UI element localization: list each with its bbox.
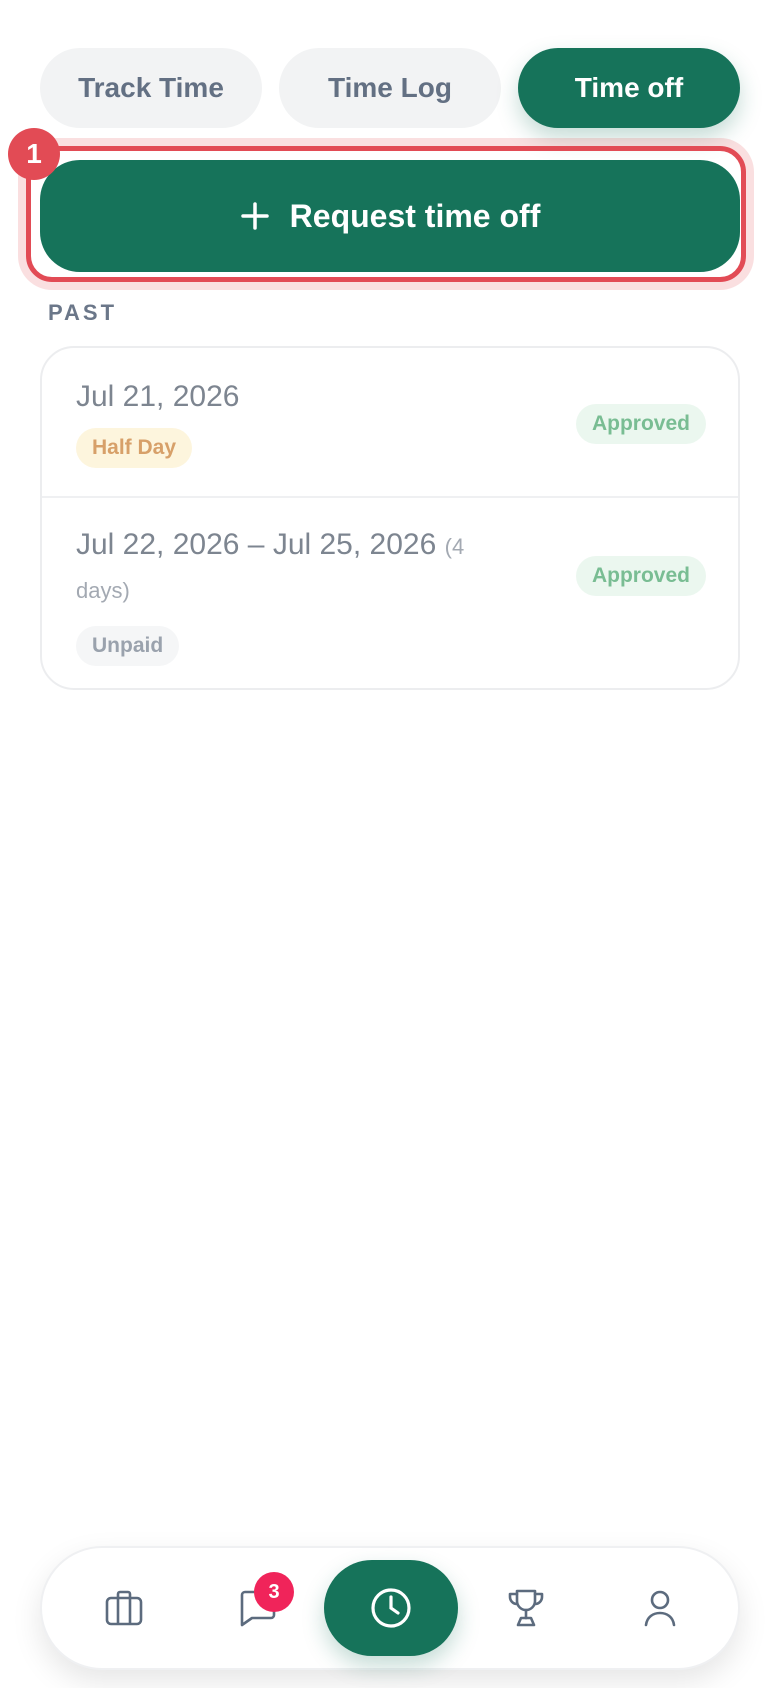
nav-profile[interactable]	[628, 1576, 692, 1640]
trophy-icon	[508, 1589, 544, 1627]
tab-time-off[interactable]: Time off	[518, 48, 740, 128]
nav-jobs[interactable]	[92, 1576, 156, 1640]
entry-type-badge: Half Day	[76, 428, 193, 468]
tab-track-time[interactable]: Track Time	[40, 48, 262, 128]
status-badge: Approved	[575, 404, 706, 444]
entry-days-suffix: days)	[76, 578, 130, 603]
section-heading-past: PAST	[48, 300, 118, 325]
request-time-off-label: Request time off	[289, 197, 541, 234]
entry-date: Jul 22, 2026 – Jul 25, 2026 (4	[76, 528, 464, 562]
status-badge: Approved	[575, 556, 706, 596]
nav-awards[interactable]	[494, 1576, 558, 1640]
user-icon	[644, 1590, 676, 1627]
entry-type-badge: Unpaid	[76, 626, 180, 666]
step-badge: 1	[8, 128, 60, 180]
request-time-off-button[interactable]: Request time off	[40, 160, 740, 272]
list-item[interactable]: Jul 21, 2026 Half Day Approved	[42, 348, 738, 498]
tab-time-log[interactable]: Time Log	[279, 48, 501, 128]
time-off-list: Jul 21, 2026 Half Day Approved Jul 22, 2…	[40, 346, 740, 690]
messages-badge: 3	[254, 1572, 294, 1612]
entry-date: Jul 21, 2026	[76, 380, 240, 413]
entry-date-range: Jul 22, 2026 – Jul 25, 2026	[76, 528, 437, 561]
briefcase-icon	[105, 1590, 143, 1626]
nav-time[interactable]	[324, 1560, 458, 1656]
bottom-nav: 3	[40, 1546, 740, 1670]
clock-icon	[371, 1588, 411, 1628]
plus-icon	[240, 202, 269, 230]
list-item[interactable]: Jul 22, 2026 – Jul 25, 2026 (4 days) Unp…	[42, 496, 738, 688]
segmented-tabs: Track Time Time Log Time off	[40, 48, 740, 128]
entry-days-count: (4	[444, 534, 465, 559]
